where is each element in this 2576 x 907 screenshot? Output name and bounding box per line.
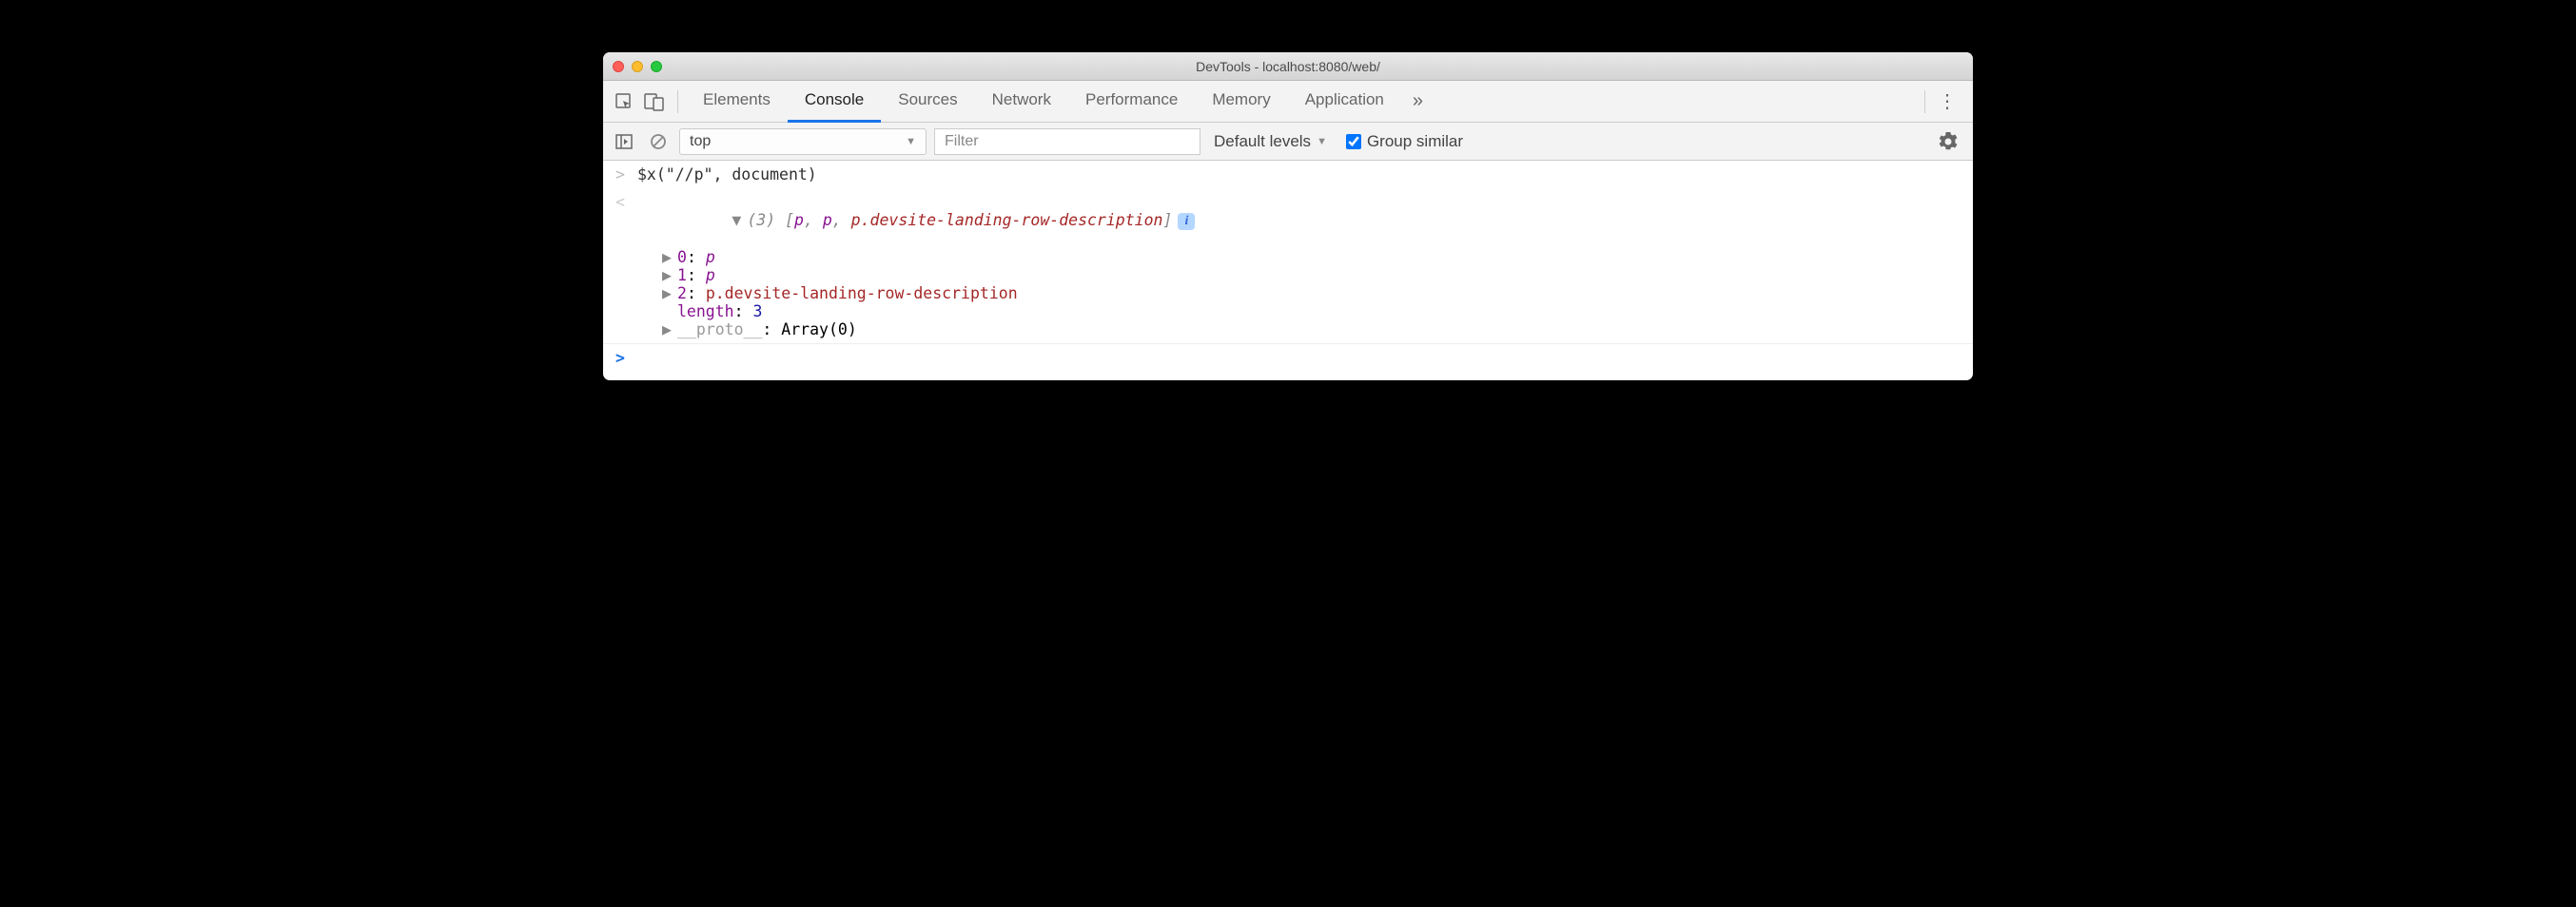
divider <box>1924 90 1925 113</box>
context-select[interactable]: top ▼ <box>679 128 927 155</box>
device-toggle-icon[interactable] <box>639 87 670 117</box>
tab-application[interactable]: Application <box>1288 81 1401 123</box>
prompt-icon: > <box>613 349 628 367</box>
menu-button[interactable]: ⋮ <box>1933 89 1961 113</box>
array-entry-1[interactable]: ▶1: p <box>613 266 1963 284</box>
info-icon[interactable]: i <box>1178 213 1195 230</box>
sidebar-toggle-icon[interactable] <box>611 128 637 155</box>
console-toolbar: top ▼ Default levels ▼ Group similar <box>603 123 1973 161</box>
chevron-down-icon: ▼ <box>1317 136 1327 147</box>
expand-toggle[interactable]: ▶ <box>662 320 675 338</box>
tab-console[interactable]: Console <box>788 81 881 123</box>
console-prompt-row[interactable]: > <box>603 344 1973 380</box>
tabs-overflow[interactable]: » <box>1405 90 1431 112</box>
divider <box>677 90 678 113</box>
group-similar-checkbox[interactable] <box>1346 134 1361 149</box>
expand-toggle[interactable]: ▼ <box>732 211 745 229</box>
expand-toggle[interactable]: ▶ <box>662 284 675 302</box>
group-similar-toggle[interactable]: Group similar <box>1346 132 1463 151</box>
clear-console-icon[interactable] <box>645 128 672 155</box>
context-value: top <box>690 133 711 150</box>
filter-input[interactable] <box>934 128 1200 155</box>
prompt-icon: > <box>613 165 628 183</box>
return-icon: < <box>613 193 628 211</box>
result-summary[interactable]: ▼(3) [p, p, p.devsite-landing-row-descri… <box>637 193 1195 248</box>
window-title: DevTools - localhost:8080/web/ <box>603 59 1973 74</box>
input-code[interactable]: $x("//p", document) <box>637 165 817 183</box>
inspect-element-icon[interactable] <box>609 87 639 117</box>
tab-network[interactable]: Network <box>975 81 1068 123</box>
chevron-down-icon: ▼ <box>906 136 916 147</box>
array-count: (3) <box>747 211 775 229</box>
array-proto[interactable]: ▶__proto__: Array(0) <box>613 320 1963 338</box>
console-output: > $x("//p", document) < ▼(3) [p, p, p.de… <box>603 161 1973 380</box>
group-similar-label: Group similar <box>1367 132 1463 151</box>
array-entry-0[interactable]: ▶0: p <box>613 248 1963 266</box>
tab-sources[interactable]: Sources <box>881 81 974 123</box>
console-input-row: > $x("//p", document) <box>603 161 1973 188</box>
tab-performance[interactable]: Performance <box>1068 81 1195 123</box>
settings-icon[interactable] <box>1939 132 1958 151</box>
expand-toggle[interactable]: ▶ <box>662 248 675 266</box>
devtools-window: DevTools - localhost:8080/web/ Elements … <box>603 52 1973 380</box>
levels-label: Default levels <box>1214 132 1311 151</box>
array-length: ▶length: 3 <box>613 302 1963 320</box>
expand-toggle[interactable]: ▶ <box>662 266 675 284</box>
tab-elements[interactable]: Elements <box>686 81 788 123</box>
log-levels-select[interactable]: Default levels ▼ <box>1214 132 1327 151</box>
array-entry-2[interactable]: ▶2: p.devsite-landing-row-description <box>613 284 1963 302</box>
console-result-row: < ▼(3) [p, p, p.devsite-landing-row-desc… <box>603 188 1973 344</box>
tab-memory[interactable]: Memory <box>1195 81 1287 123</box>
titlebar: DevTools - localhost:8080/web/ <box>603 52 1973 81</box>
tabbar: Elements Console Sources Network Perform… <box>603 81 1973 123</box>
